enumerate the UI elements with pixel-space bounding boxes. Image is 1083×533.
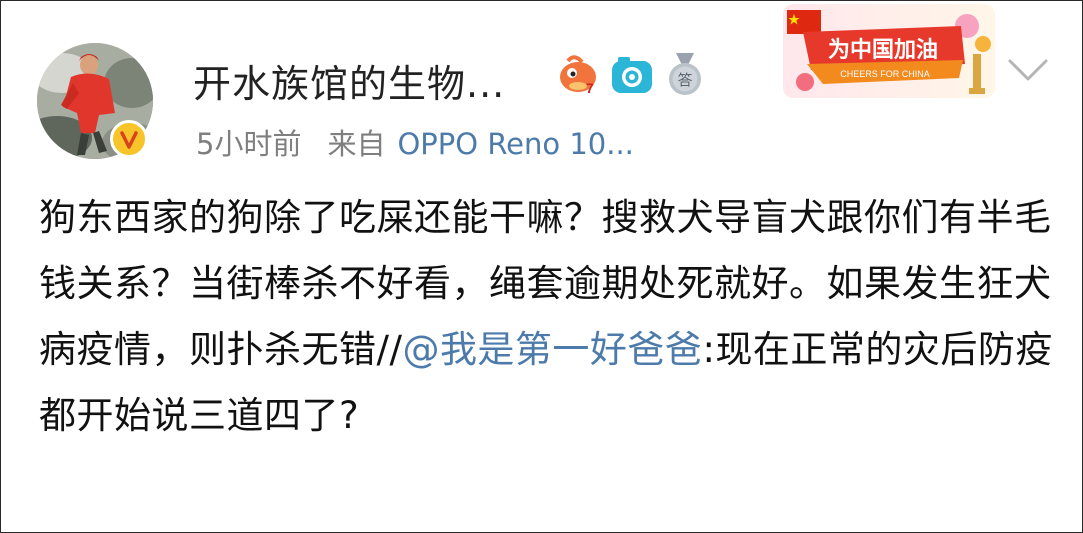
mention-link[interactable]: @我是第一好爸爸 xyxy=(402,328,702,371)
chevron-down-icon[interactable] xyxy=(1006,55,1050,89)
source-prefix: 来自 xyxy=(327,127,386,161)
author-name[interactable]: 开水族馆的生物... xyxy=(193,53,505,108)
banner-subtitle: CHEERS FOR CHINA xyxy=(840,69,930,79)
device-link[interactable]: OPPO Reno 10... xyxy=(397,127,633,161)
answer-medal-icon[interactable]: 答 xyxy=(664,51,706,101)
banner-title: 为中国加油 xyxy=(828,38,938,63)
medal-text: 答 xyxy=(677,71,692,89)
post-content: 狗东西家的狗除了吃屎还能干嘛？搜救犬导盲犬跟你们有半毛钱关系？当街棒杀不好看，绳… xyxy=(39,185,1054,449)
post-meta: 5小时前 来自 OPPO Reno 10... xyxy=(196,121,634,163)
camera-badge-icon[interactable] xyxy=(610,55,654,99)
cheers-banner[interactable]: 为中国加油 CHEERS FOR CHINA xyxy=(783,4,995,98)
verified-badge-icon xyxy=(110,120,148,158)
post-time: 5小时前 xyxy=(196,127,302,161)
game-badge-icon[interactable]: 7 xyxy=(556,53,604,101)
game-level-text: 7 xyxy=(586,80,594,96)
